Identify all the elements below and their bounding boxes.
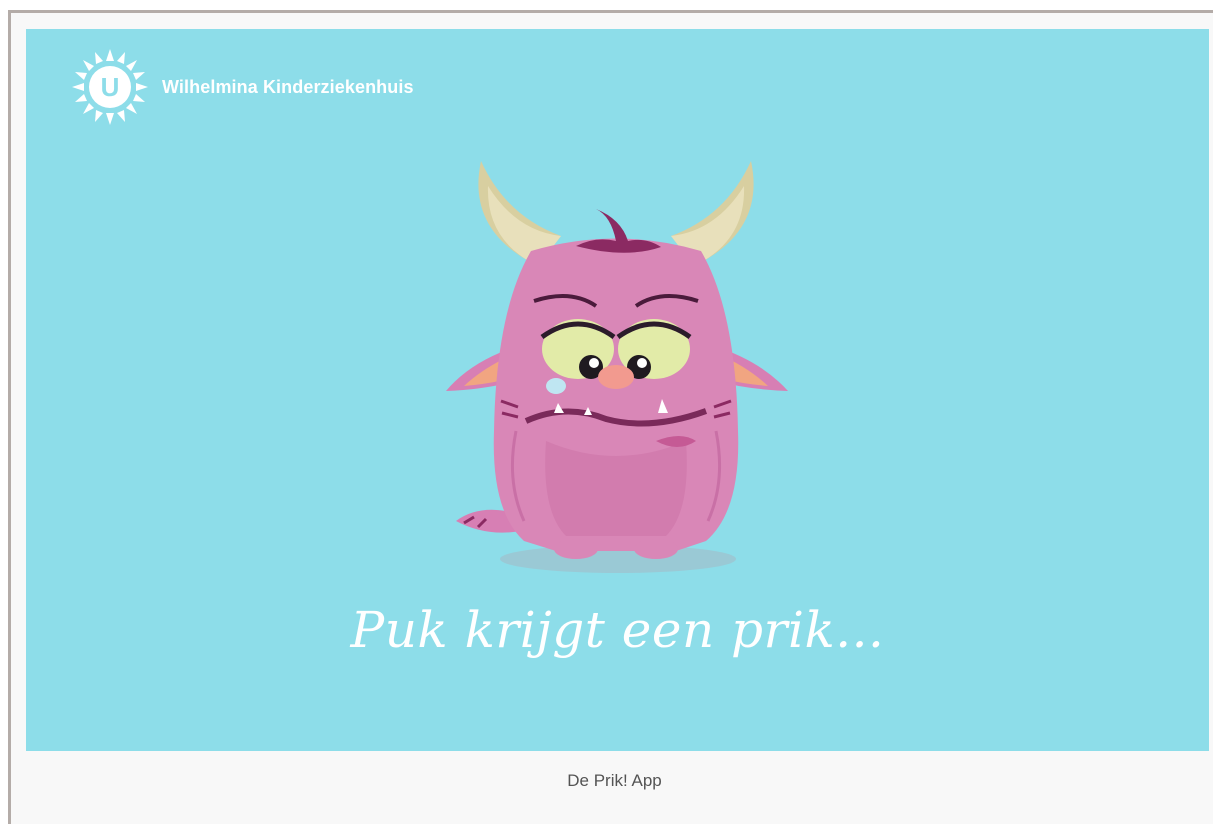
hospital-name: Wilhelmina Kinderziekenhuis: [162, 76, 414, 97]
monster-illustration: [446, 161, 788, 573]
hospital-logo: U Wilhelmina Kinderziekenhuis: [70, 47, 414, 127]
image-caption: De Prik! App: [567, 771, 662, 790]
sun-logo-icon: U: [72, 49, 148, 125]
banner-title: Puk krijgt een prik...: [350, 601, 885, 659]
app-banner-image: U Wilhelmina Kinderziekenhuis Puk krijgt…: [26, 29, 1209, 751]
image-frame: U Wilhelmina Kinderziekenhuis Puk krijgt…: [8, 10, 1213, 824]
logo-letter: U: [101, 72, 120, 102]
